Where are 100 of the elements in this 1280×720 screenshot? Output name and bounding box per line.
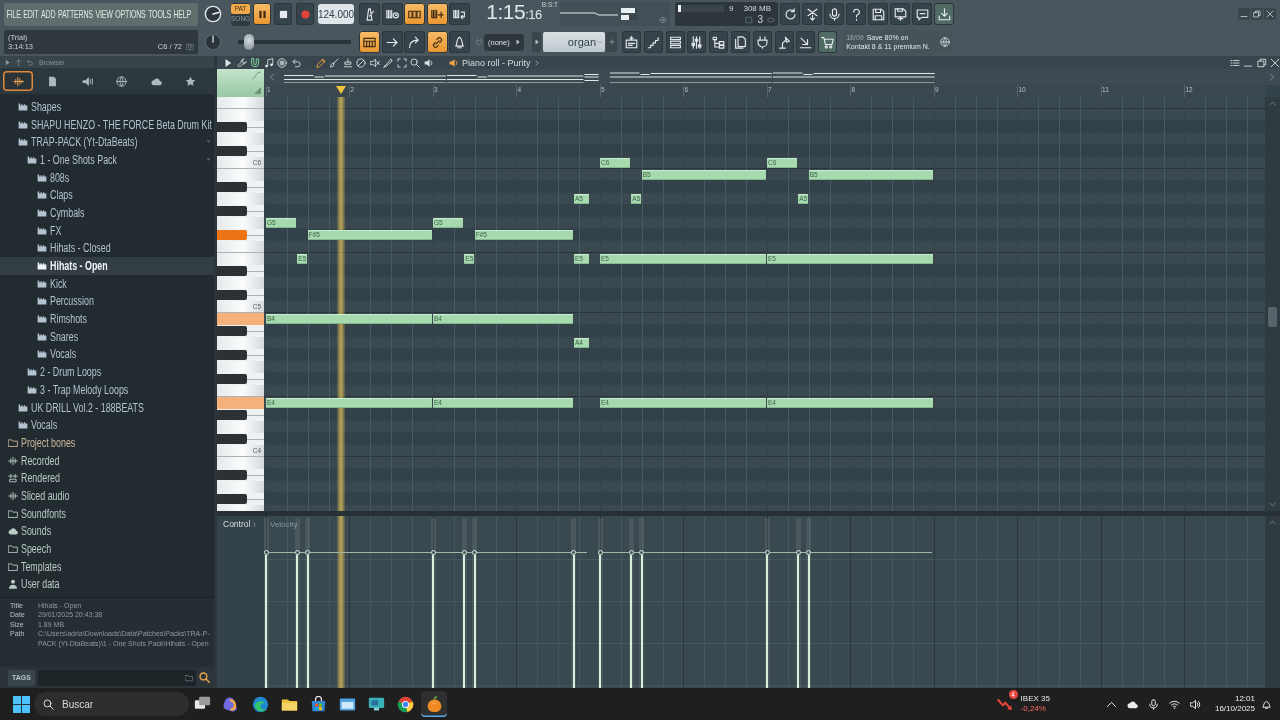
wifi-icon[interactable] (1168, 698, 1180, 710)
tree-item[interactable]: 808s (0, 168, 214, 187)
search-icon[interactable] (199, 672, 210, 683)
velocity-stem[interactable] (807, 555, 810, 688)
toolbar-button[interactable] (818, 31, 838, 53)
selection-icon[interactable] (396, 57, 407, 68)
velocity-stem[interactable] (463, 555, 466, 688)
menu-item[interactable]: OPTIONS (115, 7, 146, 21)
tree-item[interactable]: UK DRILL Vol.2 - 188BEATS (0, 398, 214, 417)
toolbar-button[interactable] (796, 31, 816, 53)
clock-date[interactable]: 16/10/2025 (1214, 704, 1255, 714)
play-pause-button[interactable] (253, 3, 271, 25)
speaker-icon[interactable] (1189, 698, 1201, 710)
volume-knob[interactable] (204, 5, 222, 23)
toggle-button[interactable] (359, 31, 380, 53)
tree-item[interactable]: Speech (0, 540, 214, 558)
velocity-lane[interactable]: Velocity (264, 516, 1265, 688)
control-scrollbar[interactable] (1265, 516, 1280, 688)
tree-item[interactable]: TRAP-PACK (Yt-DtaBeats) (0, 133, 214, 152)
clock-time[interactable]: 12:01 (1234, 694, 1255, 704)
tree-item[interactable]: SHAPU HENZO - THE FORCE Beta Drum Kit (0, 115, 214, 134)
toolbar-button[interactable] (780, 3, 800, 25)
tree-item[interactable]: Vocals (0, 416, 214, 435)
tree-item[interactable]: Templates (0, 557, 214, 576)
menu-item[interactable]: PATTERNS (57, 7, 93, 21)
toolbar-button[interactable] (890, 3, 910, 25)
toggle-button[interactable] (449, 31, 470, 53)
toolbar-button[interactable] (731, 31, 750, 53)
tree-item[interactable]: Rimshots (0, 310, 214, 328)
search-box[interactable]: Buscar (34, 692, 189, 716)
toolbar-button[interactable] (774, 31, 794, 53)
restore-button[interactable] (1251, 8, 1263, 20)
toolbar-button[interactable] (868, 3, 888, 25)
notification-bell-icon[interactable] (1261, 698, 1272, 710)
wrench-icon[interactable] (236, 57, 247, 68)
toolbar-button[interactable] (846, 3, 866, 25)
toolbar-button[interactable] (687, 31, 707, 53)
tree-item[interactable]: Rendered (0, 469, 214, 488)
menu-item[interactable]: FILE (6, 7, 21, 21)
toggle-button[interactable] (404, 3, 425, 25)
stop-button[interactable] (274, 3, 292, 25)
pattern-selector[interactable]: organ (543, 32, 605, 52)
tree-item[interactable]: Snares (0, 327, 214, 346)
no-entry-icon[interactable] (356, 57, 366, 68)
toolbar-button[interactable] (934, 3, 954, 25)
minimize-button[interactable] (1238, 8, 1250, 20)
menu-item[interactable]: EDIT (23, 7, 39, 21)
menu-item[interactable]: HELP (173, 7, 192, 21)
toggle-button[interactable] (359, 3, 380, 25)
menu-item[interactable]: ADD (41, 7, 56, 21)
tree-item[interactable]: Soundfonts (0, 504, 214, 523)
tree-item[interactable]: User data (0, 575, 214, 594)
toggle-button[interactable] (381, 31, 403, 53)
velocity-stem[interactable] (572, 555, 575, 688)
tree-item[interactable]: Kick (0, 274, 214, 293)
zoom-icon[interactable] (410, 57, 420, 68)
scrollbar-thumb[interactable] (1268, 307, 1277, 327)
folder-icon[interactable] (185, 673, 193, 682)
arrow-button[interactable] (532, 32, 541, 52)
slider-thumb[interactable] (244, 34, 255, 50)
speaker-icon[interactable] (423, 57, 434, 68)
velocity-stem[interactable] (473, 555, 476, 688)
note-icon[interactable] (263, 57, 274, 68)
pitch-knob[interactable] (204, 33, 222, 51)
toolbar-button[interactable] (802, 3, 822, 25)
toolbar-button[interactable] (752, 31, 772, 53)
velocity-stem[interactable] (306, 555, 309, 688)
microphone-icon[interactable] (1147, 698, 1159, 710)
chevron-right-icon[interactable] (534, 59, 541, 66)
toggle-button[interactable] (426, 3, 448, 25)
velocity-stem[interactable] (296, 555, 299, 688)
start-icon[interactable] (13, 695, 30, 713)
vertical-scrollbar[interactable] (1265, 97, 1280, 511)
tree-item[interactable]: Vocals (0, 345, 214, 364)
toggle-button[interactable] (426, 31, 448, 53)
tree-item[interactable]: Cymbals (0, 204, 214, 222)
menu-item[interactable]: VIEW (95, 7, 113, 21)
tree-item[interactable]: Shapes (0, 98, 214, 116)
control-selector[interactable]: Control (223, 519, 258, 529)
tree-item[interactable]: Sliced audio (0, 487, 214, 505)
tempo-display[interactable]: 124.000 (318, 4, 354, 24)
tree-item[interactable]: Hihats - Open (0, 257, 214, 275)
velocity-stem[interactable] (640, 555, 643, 688)
tree-item[interactable]: Percussion (0, 292, 214, 311)
hash-circle-icon[interactable] (277, 57, 287, 68)
browser-tab[interactable] (3, 71, 33, 91)
close-icon[interactable] (1270, 57, 1280, 68)
tree-item[interactable]: Sounds (0, 522, 214, 541)
tree-item[interactable]: 1 - One Shots Pack (0, 151, 214, 169)
tags-field[interactable] (38, 669, 196, 686)
mute-icon[interactable] (369, 57, 380, 68)
tree-item[interactable]: 2 - Drum Loops (0, 363, 214, 381)
tree-item[interactable]: Claps (0, 186, 214, 205)
search-field[interactable]: Buscar (62, 698, 172, 710)
cloud-icon[interactable] (1126, 698, 1138, 710)
brush-icon[interactable] (329, 57, 339, 68)
tree-item[interactable]: 3 - Trap Melody Loops (0, 381, 214, 399)
velocity-stem[interactable] (630, 555, 633, 688)
toolbar-button[interactable] (622, 31, 641, 53)
magnet-icon[interactable] (250, 57, 260, 68)
